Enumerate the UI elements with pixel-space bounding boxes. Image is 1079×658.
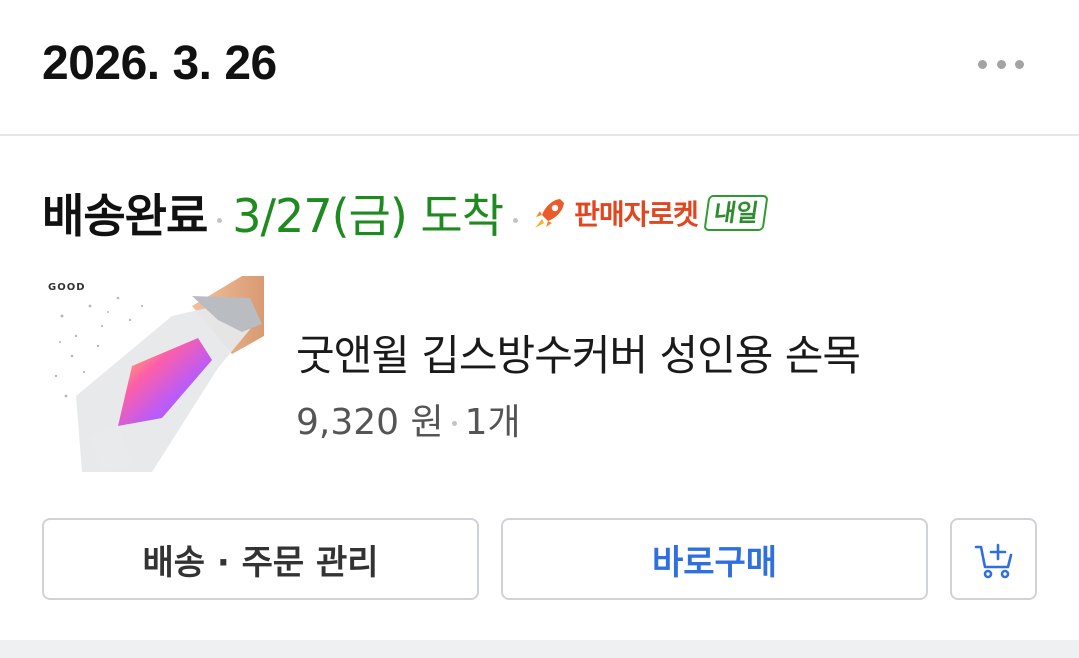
product-name[interactable]: 굿앤윌 깁스방수커버 성인용 손목 [296, 322, 861, 383]
buy-now-button[interactable]: 바로구매 [501, 518, 928, 600]
add-to-cart-icon [974, 543, 1012, 579]
delivery-status: 배송완료 [42, 189, 208, 243]
rocket-badge-label: 판매자로켓 [574, 198, 699, 231]
delivery-status-row: 배송완료 3/27(금) 도착 판매자로켓 내일 [42, 178, 769, 248]
product-price: 9,320 원 [296, 402, 444, 443]
seller-rocket-badge: 판매자로켓 내일 [530, 193, 769, 233]
product-thumbnail[interactable]: GOOD [42, 276, 264, 482]
separator-dot [217, 217, 223, 223]
divider [0, 134, 1079, 136]
delivery-order-manage-button[interactable]: 배송 · 주문 관리 [42, 518, 479, 600]
add-to-cart-button[interactable] [950, 518, 1037, 600]
brand-logo: GOOD [48, 282, 86, 293]
more-options-icon[interactable] [978, 57, 1024, 71]
separator-dot [451, 420, 457, 426]
order-date: 2026. 3. 26 [42, 37, 277, 90]
waterproof-cast-cover-image [54, 276, 264, 472]
order-card: 2026. 3. 26 배송완료 3/27(금) 도착 판매자로켓 내일 GOO… [0, 0, 1079, 640]
product-quantity: 1개 [464, 402, 521, 443]
tomorrow-tag: 내일 [703, 195, 769, 231]
rocket-icon [535, 199, 565, 228]
price-row: 9,320 원 1개 [296, 394, 521, 444]
separator-dot [513, 217, 519, 223]
arrival-date: 3/27(금) 도착 [232, 189, 504, 243]
